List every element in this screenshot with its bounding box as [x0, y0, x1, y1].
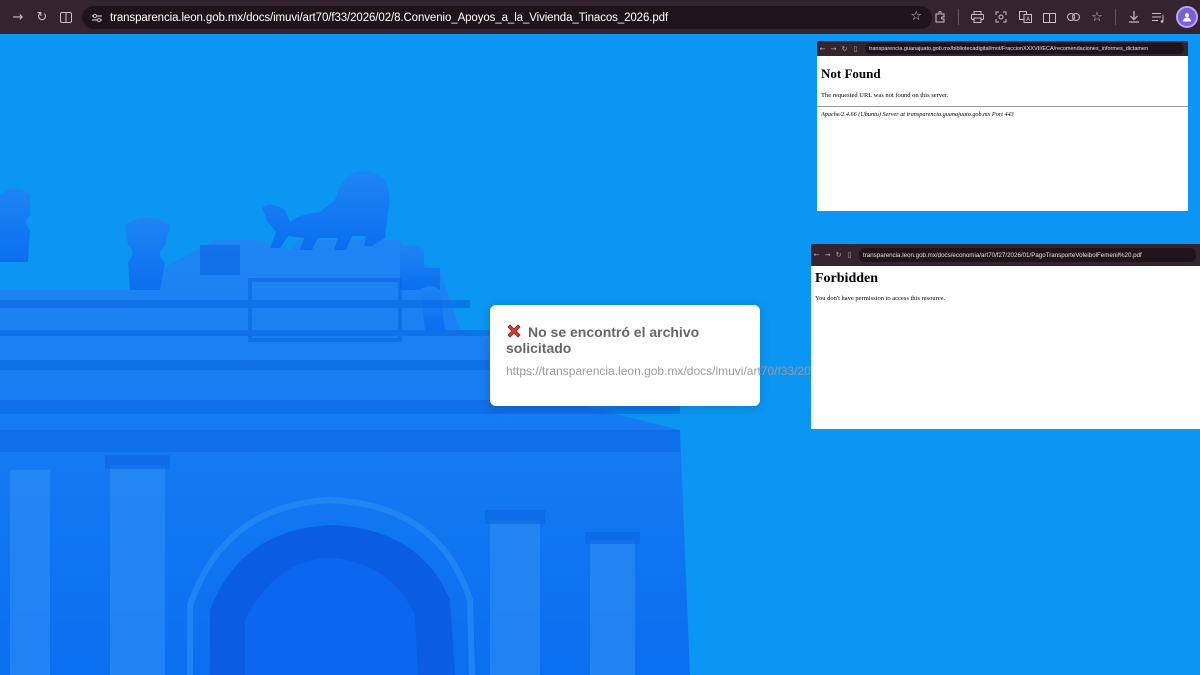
toolbar-divider [958, 9, 959, 25]
reload-icon[interactable]: ↻ [30, 5, 54, 29]
extensions-icon[interactable] [928, 5, 952, 29]
split-view-icon[interactable] [54, 5, 78, 29]
address-url[interactable]: transparencia.leon.gob.mx/docs/imuvi/art… [110, 12, 668, 24]
mini-address-bar: transparencia.guanajuato.gob.mx/bibliote… [865, 43, 1184, 54]
not-found-message: The requested URL was not found on this … [821, 92, 949, 99]
browser-tools: A ☆ [928, 5, 1200, 29]
dialog-title: No se encontró el archivo solicitado [506, 323, 736, 356]
print-icon[interactable] [965, 5, 989, 29]
address-bar[interactable]: transparencia.leon.gob.mx/docs/imuvi/art… [82, 6, 932, 29]
server-signature: Apache/2.4.66 (Ubuntu) Server at transpa… [821, 111, 1014, 118]
forward-icon[interactable]: → [6, 5, 30, 29]
profile-avatar[interactable] [1176, 6, 1198, 28]
error-dialog: No se encontró el archivo solicitado htt… [490, 305, 824, 406]
dialog-url: https://transparencia.leon.gob.mx/docs/i… [506, 364, 825, 378]
toolbar-divider [1115, 9, 1116, 25]
media-icon[interactable] [1146, 5, 1170, 29]
back-icon: ← [819, 44, 826, 53]
forbidden-window: ← → ↻ ▯ transparencia.leon.gob.mx/docs/e… [811, 244, 1200, 429]
dialog-title-text: No se encontró el archivo solicitado [506, 324, 700, 356]
not-found-heading: Not Found [821, 66, 881, 81]
split-view-icon: ▯ [847, 251, 852, 259]
divider [817, 106, 1188, 107]
link-icon[interactable] [1061, 5, 1085, 29]
download-icon[interactable] [1122, 5, 1146, 29]
mini-url: transparencia.leon.gob.mx/docs/economia/… [863, 251, 1142, 259]
screenshot-icon[interactable] [989, 5, 1013, 29]
split-view-icon: ▯ [853, 44, 858, 53]
reader-icon[interactable] [1037, 5, 1061, 29]
reload-icon: ↻ [835, 251, 842, 259]
nav-buttons: → ↻ [6, 5, 78, 29]
mini-url: transparencia.guanajuato.gob.mx/bibliote… [869, 45, 1149, 52]
not-found-window: ← → ↻ ▯ transparencia.guanajuato.gob.mx/… [817, 41, 1188, 211]
forward-icon: → [824, 251, 831, 259]
reload-icon: ↻ [841, 44, 848, 53]
error-x-icon [507, 324, 521, 338]
forward-icon: → [830, 44, 837, 53]
forbidden-message: You don't have permission to access this… [815, 295, 946, 302]
site-info-icon[interactable] [86, 7, 108, 29]
browser-toolbar: → ↻ transparencia.leon.gob.mx/docs/imuvi… [0, 0, 1200, 34]
forbidden-heading: Forbidden [815, 271, 879, 286]
mini-toolbar: ← → ↻ ▯ transparencia.guanajuato.gob.mx/… [817, 41, 1188, 56]
mini-address-bar: transparencia.leon.gob.mx/docs/economia/… [859, 248, 1196, 262]
favorites-icon[interactable]: ☆ [1085, 5, 1109, 29]
translate-icon[interactable]: A [1013, 5, 1037, 29]
mini-toolbar: ← → ↻ ▯ transparencia.leon.gob.mx/docs/e… [811, 244, 1200, 266]
back-icon: ← [813, 251, 820, 259]
star-icon[interactable]: ☆ [910, 9, 922, 24]
